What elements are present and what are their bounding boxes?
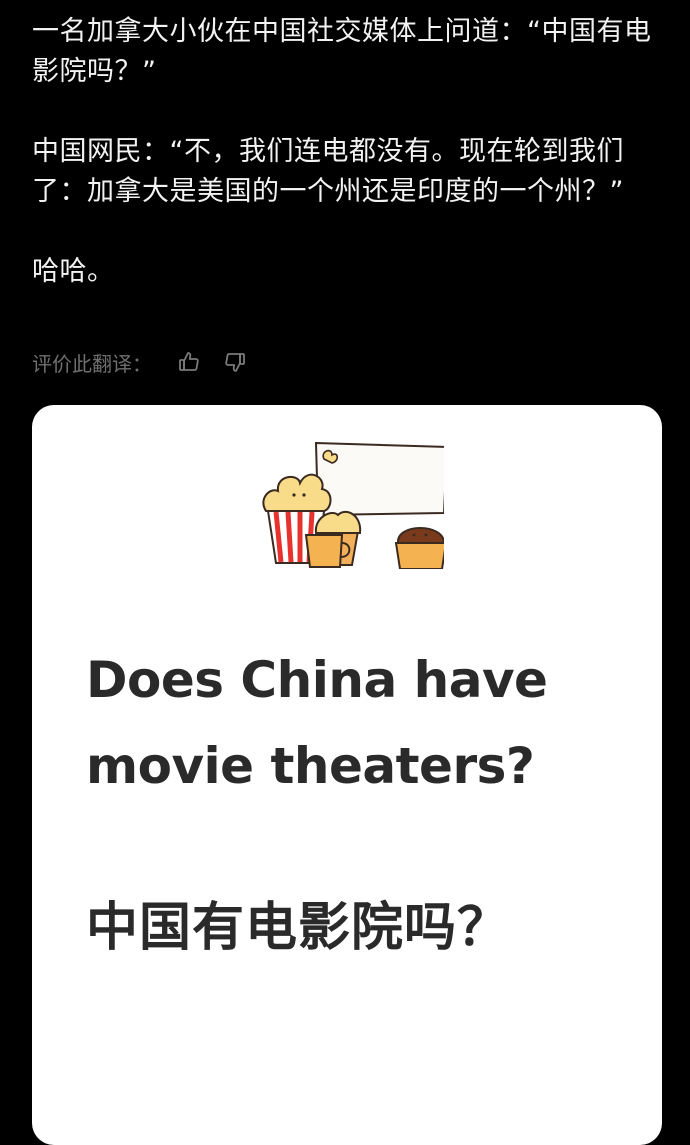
thumbs-down-button[interactable] — [220, 347, 250, 377]
thumbs-up-icon — [179, 352, 199, 371]
post-line-reply: 中国网民：“不，我们连电都没有。现在轮到我们了：加拿大是美国的一个州还是印度的一… — [32, 136, 624, 207]
thumbs-down-icon — [225, 353, 245, 372]
card-english-question: Does China have movie theaters? — [86, 651, 548, 795]
post-text: 一名加拿大小伙在中国社交媒体上问道：“中国有电影院吗？” 中国网民：“不，我们连… — [32, 12, 662, 292]
translation-rating: 评价此翻译： — [32, 346, 266, 378]
post-line-laugh: 哈哈。 — [32, 256, 115, 287]
card-chinese-question: 中国有电影院吗？ — [86, 898, 511, 958]
thumbs-up-button[interactable] — [174, 347, 204, 377]
image-card: Does China have movie theaters? 中国有电影院吗？ — [32, 405, 662, 1145]
popcorn-and-cups-illustration-icon — [262, 441, 444, 569]
post-line-question: 一名加拿大小伙在中国社交媒体上问道：“中国有电影院吗？” — [32, 16, 652, 87]
rating-label: 评价此翻译： — [32, 351, 152, 376]
